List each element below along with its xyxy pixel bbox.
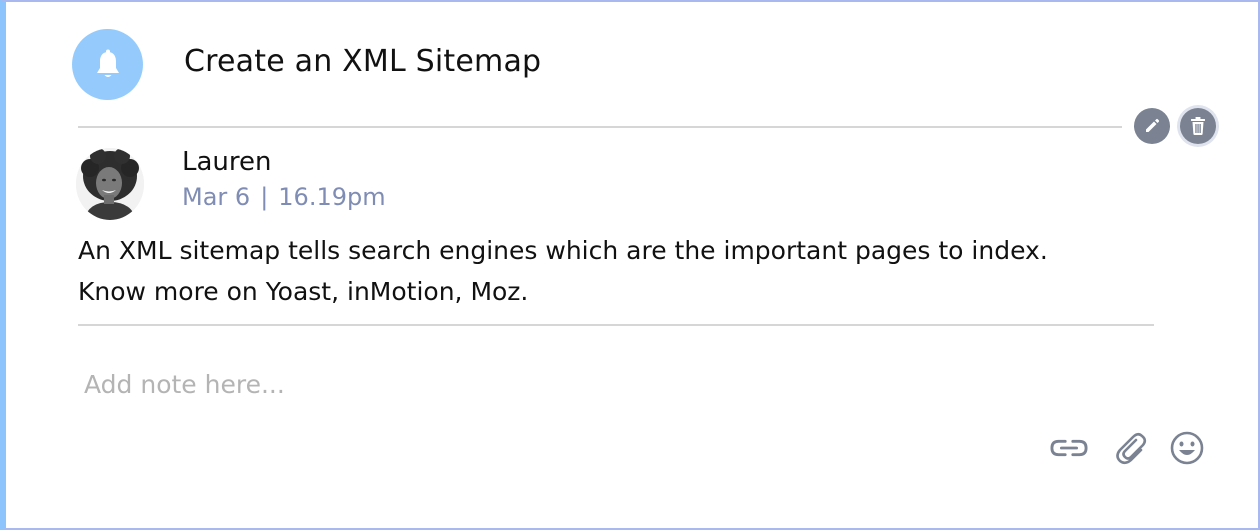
attach-file-button[interactable] xyxy=(1112,430,1150,466)
task-bell-badge xyxy=(72,29,143,100)
pencil-icon xyxy=(1146,118,1160,132)
add-note-input[interactable] xyxy=(84,362,1144,406)
header-divider xyxy=(78,126,1122,128)
avatar-photo xyxy=(76,148,144,220)
note-line: An XML sitemap tells search engines whic… xyxy=(78,236,1048,265)
avatar xyxy=(76,148,144,220)
note-date: Mar 6 xyxy=(182,183,251,211)
note-timestamp: Mar 6 | 16.19pm xyxy=(182,183,386,211)
delete-button[interactable] xyxy=(1180,108,1216,144)
bell-icon xyxy=(96,49,119,77)
note-time: 16.19pm xyxy=(278,183,386,211)
author-name: Lauren xyxy=(182,147,272,177)
insert-link-button[interactable] xyxy=(1050,430,1088,466)
composer-divider xyxy=(78,324,1154,326)
paperclip-icon xyxy=(1116,432,1147,465)
edit-button[interactable] xyxy=(1134,108,1170,144)
task-title: Create an XML Sitemap xyxy=(184,44,542,79)
emoji-icon xyxy=(1170,431,1204,465)
emoji-button[interactable] xyxy=(1168,430,1206,466)
note-body: An XML sitemap tells search engines whic… xyxy=(78,230,1198,312)
note-card: Create an XML Sitemap Lauren Mar 6 | 16.… xyxy=(0,0,1260,530)
timestamp-separator: | xyxy=(260,183,269,211)
note-line: Know more on Yoast, inMotion, Moz. xyxy=(78,277,529,306)
link-icon xyxy=(1050,439,1088,457)
trash-icon xyxy=(1191,117,1205,135)
